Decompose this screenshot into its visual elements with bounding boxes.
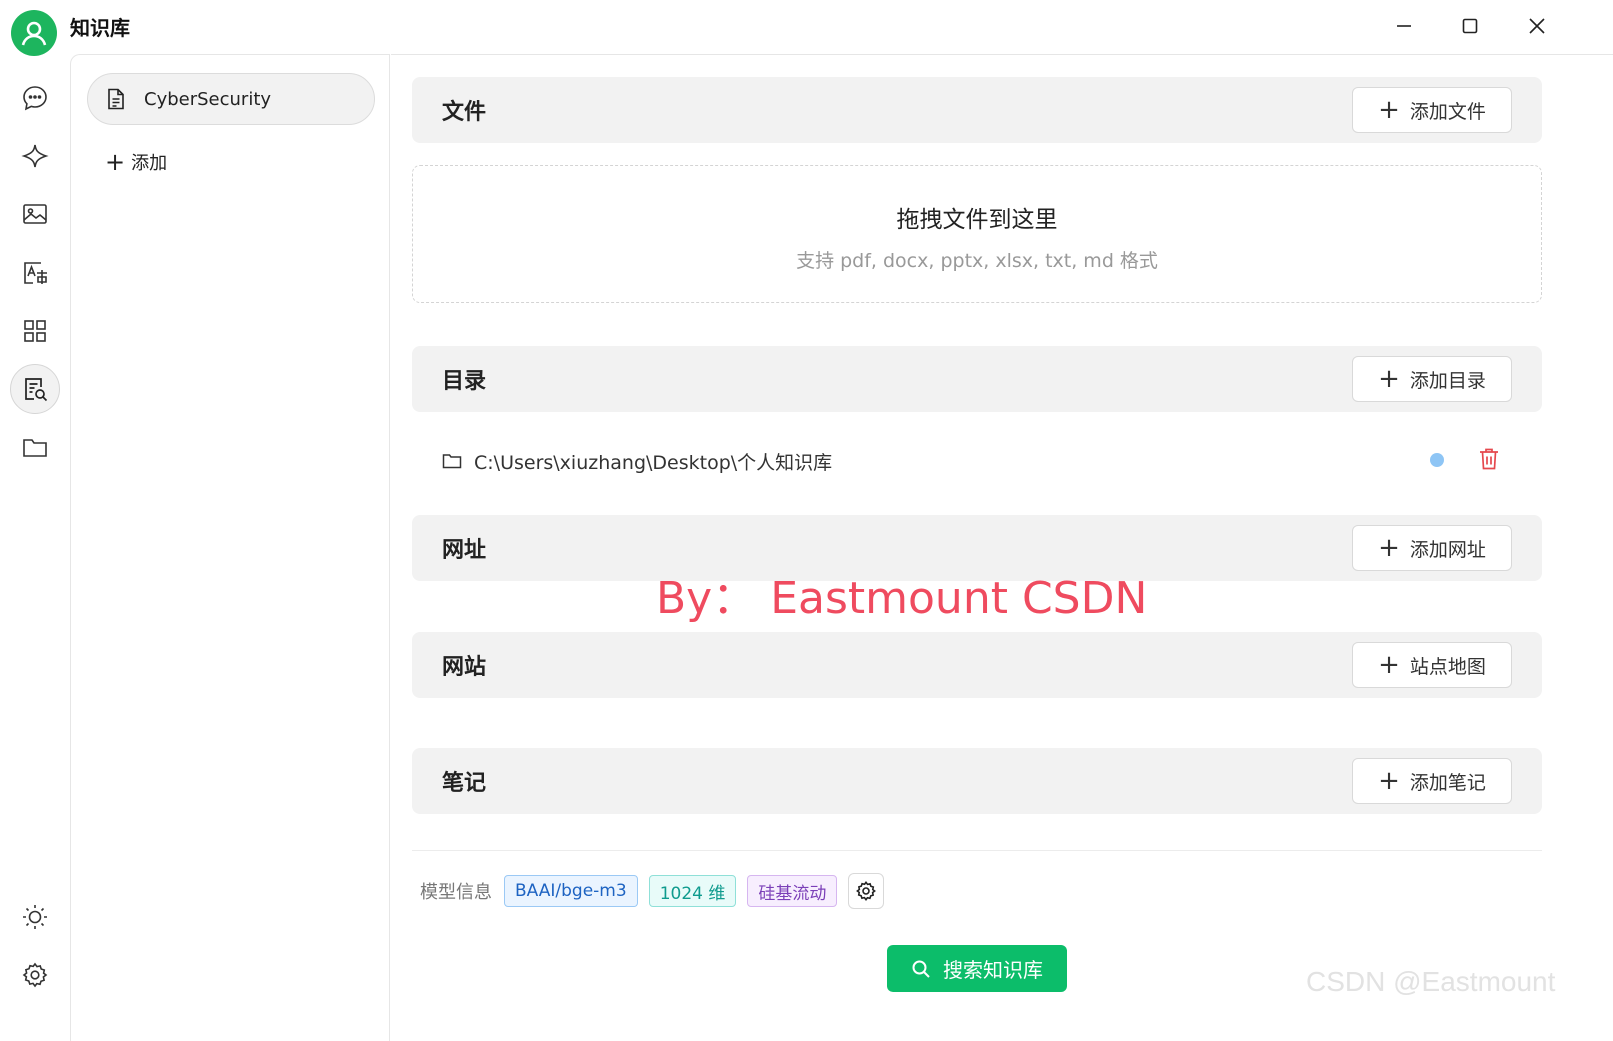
- settings-button[interactable]: [10, 950, 60, 1000]
- chat-icon: [23, 86, 47, 111]
- dimension-tag: 1024 维: [648, 875, 737, 907]
- delete-icon[interactable]: [1478, 447, 1500, 471]
- nav-translate[interactable]: [10, 248, 60, 298]
- nav-knowledge[interactable]: [10, 364, 60, 414]
- title-bar: 知识库: [0, 0, 1613, 56]
- divider: [412, 850, 1542, 851]
- add-directory-label: 添加目录: [1409, 369, 1486, 392]
- files-section-header: 文件 + 添加文件: [412, 77, 1542, 143]
- search-knowledge-button[interactable]: 搜索知识库: [887, 945, 1067, 992]
- watermark-overlay: By： Eastmount CSDN: [656, 573, 1148, 624]
- avatar[interactable]: [11, 10, 57, 56]
- maximize-icon: [1462, 18, 1478, 34]
- model-name-tag: BAAI/bge-m3: [504, 875, 638, 907]
- folder-icon: [23, 439, 47, 457]
- file-dropzone[interactable]: 拖拽文件到这里 支持 pdf, docx, pptx, xlsx, txt, m…: [412, 165, 1542, 303]
- notes-section-header: 笔记 + 添加笔记: [412, 748, 1542, 814]
- folder-icon: [442, 454, 462, 469]
- search-knowledge-label: 搜索知识库: [943, 958, 1043, 982]
- nav-assistant[interactable]: [10, 131, 60, 181]
- add-knowledge-label: 添加: [131, 153, 168, 174]
- status-dot: [1430, 453, 1444, 467]
- plus-icon: +: [1378, 364, 1400, 394]
- add-note-button[interactable]: + 添加笔记: [1352, 758, 1512, 804]
- theme-toggle[interactable]: [10, 892, 60, 942]
- add-url-label: 添加网址: [1409, 538, 1486, 561]
- sparkle-icon: [21, 144, 49, 168]
- directory-path: C:\Users\xiuzhang\Desktop\个人知识库: [474, 451, 833, 474]
- sitemap-button[interactable]: + 站点地图: [1352, 642, 1512, 688]
- plus-icon: +: [1378, 650, 1400, 680]
- add-note-label: 添加笔记: [1409, 771, 1486, 794]
- directory-item: C:\Users\xiuzhang\Desktop\个人知识库: [412, 431, 1542, 491]
- knowledge-detail: 文件 + 添加文件 拖拽文件到这里 支持 pdf, docx, pptx, xl…: [391, 54, 1613, 1041]
- add-file-label: 添加文件: [1409, 100, 1486, 123]
- plus-icon: +: [1378, 95, 1400, 125]
- kb-item-label: CyberSecurity: [144, 88, 272, 110]
- gear-icon: [22, 962, 48, 988]
- nav-images[interactable]: [10, 189, 60, 239]
- sitemap-label: 站点地图: [1409, 655, 1486, 678]
- maximize-button[interactable]: [1448, 8, 1492, 44]
- knowledge-search-icon: [25, 378, 48, 402]
- nav-rail: [0, 54, 70, 1041]
- nav-files[interactable]: [10, 422, 60, 472]
- nav-chat[interactable]: [10, 73, 60, 123]
- plus-icon: +: [1378, 533, 1400, 563]
- minimize-icon: [1397, 25, 1411, 27]
- minimize-button[interactable]: [1382, 8, 1426, 44]
- notes-title: 笔记: [442, 771, 487, 796]
- kb-item-cybersecurity[interactable]: CyberSecurity: [87, 73, 375, 125]
- add-url-button[interactable]: + 添加网址: [1352, 525, 1512, 571]
- provider-tag: 硅基流动: [747, 875, 838, 907]
- add-directory-button[interactable]: + 添加目录: [1352, 356, 1512, 402]
- document-icon: [108, 88, 124, 110]
- dropzone-subtitle: 支持 pdf, docx, pptx, xlsx, txt, md 格式: [796, 250, 1158, 272]
- user-icon: [21, 21, 47, 46]
- url-title: 网址: [442, 538, 487, 563]
- plus-icon: +: [1378, 766, 1400, 796]
- model-info: 模型信息 BAAI/bge-m3 1024 维 硅基流动: [412, 873, 885, 909]
- files-title: 文件: [442, 100, 487, 125]
- knowledge-list-panel: CyberSecurity + 添加: [70, 54, 390, 1041]
- add-file-button[interactable]: + 添加文件: [1352, 87, 1512, 133]
- sun-icon: [23, 905, 47, 929]
- app-title: 知识库: [70, 16, 130, 40]
- directory-section-header: 目录 + 添加目录: [412, 346, 1542, 412]
- model-settings-button[interactable]: [848, 873, 885, 909]
- directory-title: 目录: [442, 369, 487, 394]
- image-icon: [23, 204, 47, 224]
- search-icon: [912, 960, 930, 978]
- watermark-corner: CSDN @Eastmount: [1306, 966, 1556, 997]
- model-info-label: 模型信息: [420, 882, 492, 903]
- close-icon: [1529, 18, 1545, 34]
- translate-icon: [24, 262, 47, 284]
- apps-grid-icon: [24, 320, 46, 342]
- website-section-header: 网站 + 站点地图: [412, 632, 1542, 698]
- close-button[interactable]: [1515, 8, 1559, 44]
- add-knowledge-button[interactable]: + 添加: [105, 149, 167, 175]
- plus-icon: +: [105, 148, 126, 176]
- dropzone-title: 拖拽文件到这里: [896, 207, 1058, 233]
- gear-icon: [856, 881, 877, 901]
- nav-apps[interactable]: [10, 306, 60, 356]
- website-title: 网站: [442, 655, 487, 680]
